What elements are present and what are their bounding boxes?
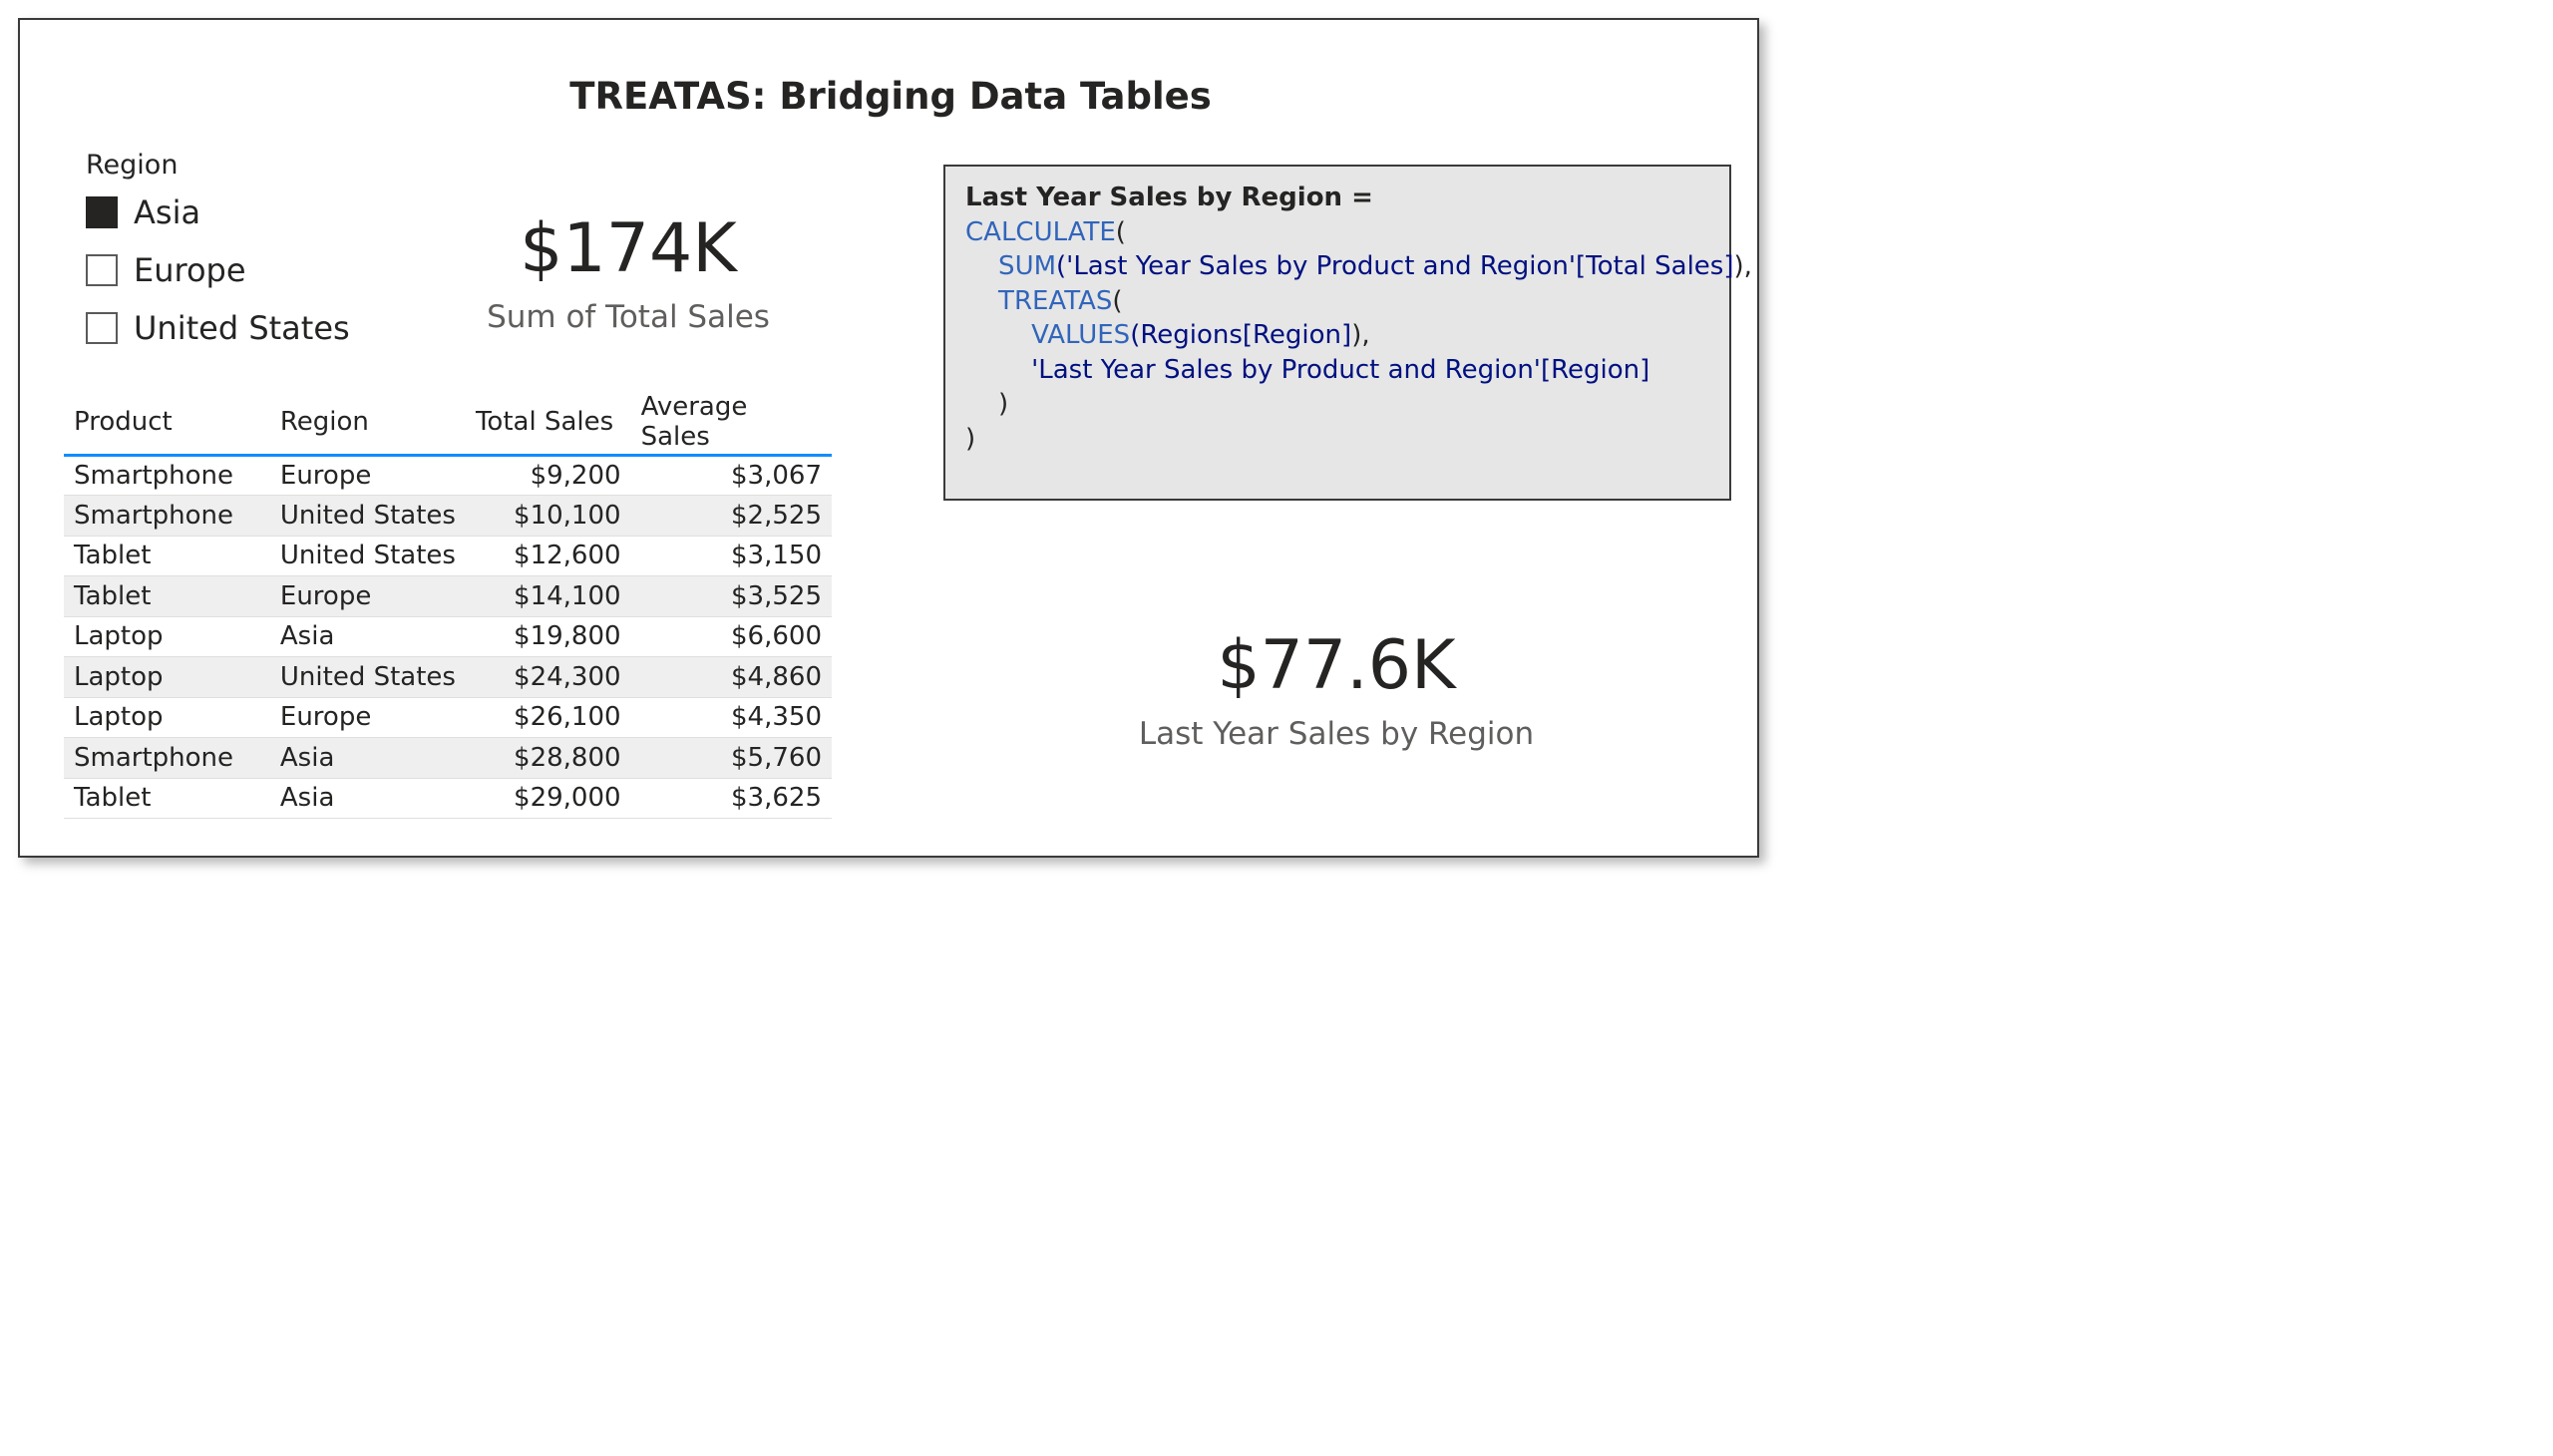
code-token: ( (1112, 285, 1123, 316)
cell-average-sales: $3,625 (630, 778, 832, 819)
cell-total-sales: $12,600 (465, 536, 631, 576)
column-header-region[interactable]: Region (269, 391, 466, 457)
table-row[interactable]: Tablet Europe $14,100 $3,525 (64, 575, 832, 617)
cell-product: Laptop (64, 697, 270, 738)
code-keyword: VALUES (965, 320, 1131, 350)
card-value: $174K (520, 209, 737, 288)
card-label: Last Year Sales by Region (1138, 716, 1535, 752)
report-canvas: TREATAS: Bridging Data Tables Region Asi… (18, 18, 1759, 858)
sales-table[interactable]: Product Region Total Sales Average Sales… (64, 391, 832, 819)
cell-total-sales: $19,800 (465, 616, 631, 657)
cell-product: Laptop (64, 616, 270, 657)
cell-region: United States (269, 536, 466, 576)
sales-table-grid: Product Region Total Sales Average Sales… (64, 391, 832, 819)
cell-total-sales: $26,100 (465, 697, 631, 738)
cell-region: Europe (269, 575, 466, 617)
code-keyword: TREATAS (965, 285, 1113, 316)
code-token: ) (965, 389, 1009, 419)
column-header-total-sales[interactable]: Total Sales (465, 391, 631, 457)
table-row[interactable]: Tablet Asia $29,000 $3,625 (64, 778, 832, 819)
slicer-item-label: Europe (134, 251, 246, 289)
code-line: ) (965, 387, 1709, 422)
table-row[interactable]: Laptop United States $24,300 $4,860 (64, 656, 832, 698)
slicer-item-label: United States (134, 309, 350, 347)
cell-average-sales: $4,860 (630, 656, 832, 698)
code-line: SUM('Last Year Sales by Product and Regi… (965, 249, 1752, 284)
cell-average-sales: $6,600 (630, 616, 832, 657)
cell-average-sales: $2,525 (630, 495, 832, 537)
cell-product: Smartphone (64, 455, 270, 496)
table-body: Smartphone Europe $9,200 $3,067 Smartphone Un… (64, 455, 832, 819)
cell-average-sales: $3,150 (630, 536, 832, 576)
code-keyword: SUM (965, 251, 1057, 281)
checkbox-united-states[interactable] (86, 312, 118, 344)
code-line: CALCULATE( (965, 215, 1709, 250)
checkbox-asia[interactable] (86, 196, 118, 228)
code-token: ) (965, 423, 976, 454)
code-token: ('Last Year Sales by Product and Region'… (1056, 251, 1734, 281)
dax-code-box: Last Year Sales by Region = CALCULATE( S… (943, 165, 1752, 501)
cell-region: United States (269, 495, 466, 537)
table-row[interactable]: Smartphone Asia $28,800 $5,760 (64, 737, 832, 779)
code-token: ), (1733, 251, 1752, 281)
table-row[interactable]: Smartphone Europe $9,200 $3,067 (64, 455, 832, 496)
cell-average-sales: $3,525 (630, 575, 832, 617)
code-token: 'Last Year Sales by Product and Region'[… (965, 354, 1650, 385)
cell-total-sales: $24,300 (465, 656, 631, 698)
cell-region: Asia (269, 778, 466, 819)
cell-region: Europe (269, 697, 466, 738)
region-slicer: Region Asia Europe United States (78, 148, 377, 357)
code-title: Last Year Sales by Region = (965, 182, 1373, 212)
code-keyword: CALCULATE (965, 216, 1116, 247)
cell-total-sales: $29,000 (465, 778, 631, 819)
cell-product: Tablet (64, 536, 270, 576)
card-value: $77.6K (1217, 626, 1456, 705)
cell-product: Smartphone (64, 495, 270, 537)
card-label: Sum of Total Sales (487, 299, 770, 335)
slicer-header: Region (86, 150, 179, 181)
code-line: 'Last Year Sales by Product and Region'[… (965, 353, 1709, 388)
column-header-average-sales[interactable]: Average Sales (630, 391, 832, 457)
table-row[interactable]: Laptop Europe $26,100 $4,350 (64, 697, 832, 738)
page-title: TREATAS: Bridging Data Tables (569, 75, 1212, 118)
code-line: ) (965, 422, 1709, 457)
table-row[interactable]: Laptop Asia $19,800 $6,600 (64, 616, 832, 657)
code-line: VALUES(Regions[Region]), (965, 318, 1709, 353)
cell-region: United States (269, 656, 466, 698)
cell-product: Laptop (64, 656, 270, 698)
cell-average-sales: $4,350 (630, 697, 832, 738)
cell-region: Asia (269, 737, 466, 779)
table-row[interactable]: Smartphone United States $10,100 $2,525 (64, 495, 832, 537)
slicer-item-asia[interactable]: Asia (86, 183, 377, 241)
code-token: ( (1115, 216, 1126, 247)
total-sales-card[interactable]: $174K Sum of Total Sales (419, 207, 838, 337)
column-header-product[interactable]: Product (64, 391, 270, 457)
cell-product: Smartphone (64, 737, 270, 779)
cell-total-sales: $10,100 (465, 495, 631, 537)
cell-product: Tablet (64, 575, 270, 617)
cell-region: Europe (269, 455, 466, 496)
slicer-item-europe[interactable]: Europe (86, 241, 377, 299)
slicer-item-united-states[interactable]: United States (86, 299, 377, 357)
code-token: ), (1351, 320, 1370, 350)
cell-total-sales: $9,200 (465, 455, 631, 496)
cell-total-sales: $28,800 (465, 737, 631, 779)
table-row[interactable]: Tablet United States $12,600 $3,150 (64, 536, 832, 576)
table-header-row: Product Region Total Sales Average Sales (64, 391, 832, 457)
cell-average-sales: $5,760 (630, 737, 832, 779)
cell-region: Asia (269, 616, 466, 657)
checkbox-europe[interactable] (86, 254, 118, 286)
cell-average-sales: $3,067 (630, 455, 832, 496)
cell-total-sales: $14,100 (465, 575, 631, 617)
code-token: (Regions[Region] (1130, 320, 1352, 350)
code-line: TREATAS( (965, 284, 1709, 319)
slicer-item-label: Asia (134, 193, 201, 231)
last-year-sales-card[interactable]: $77.6K Last Year Sales by Region (1017, 624, 1655, 754)
cell-product: Tablet (64, 778, 270, 819)
code-lines: CALCULATE( SUM('Last Year Sales by Produ… (965, 215, 1752, 457)
